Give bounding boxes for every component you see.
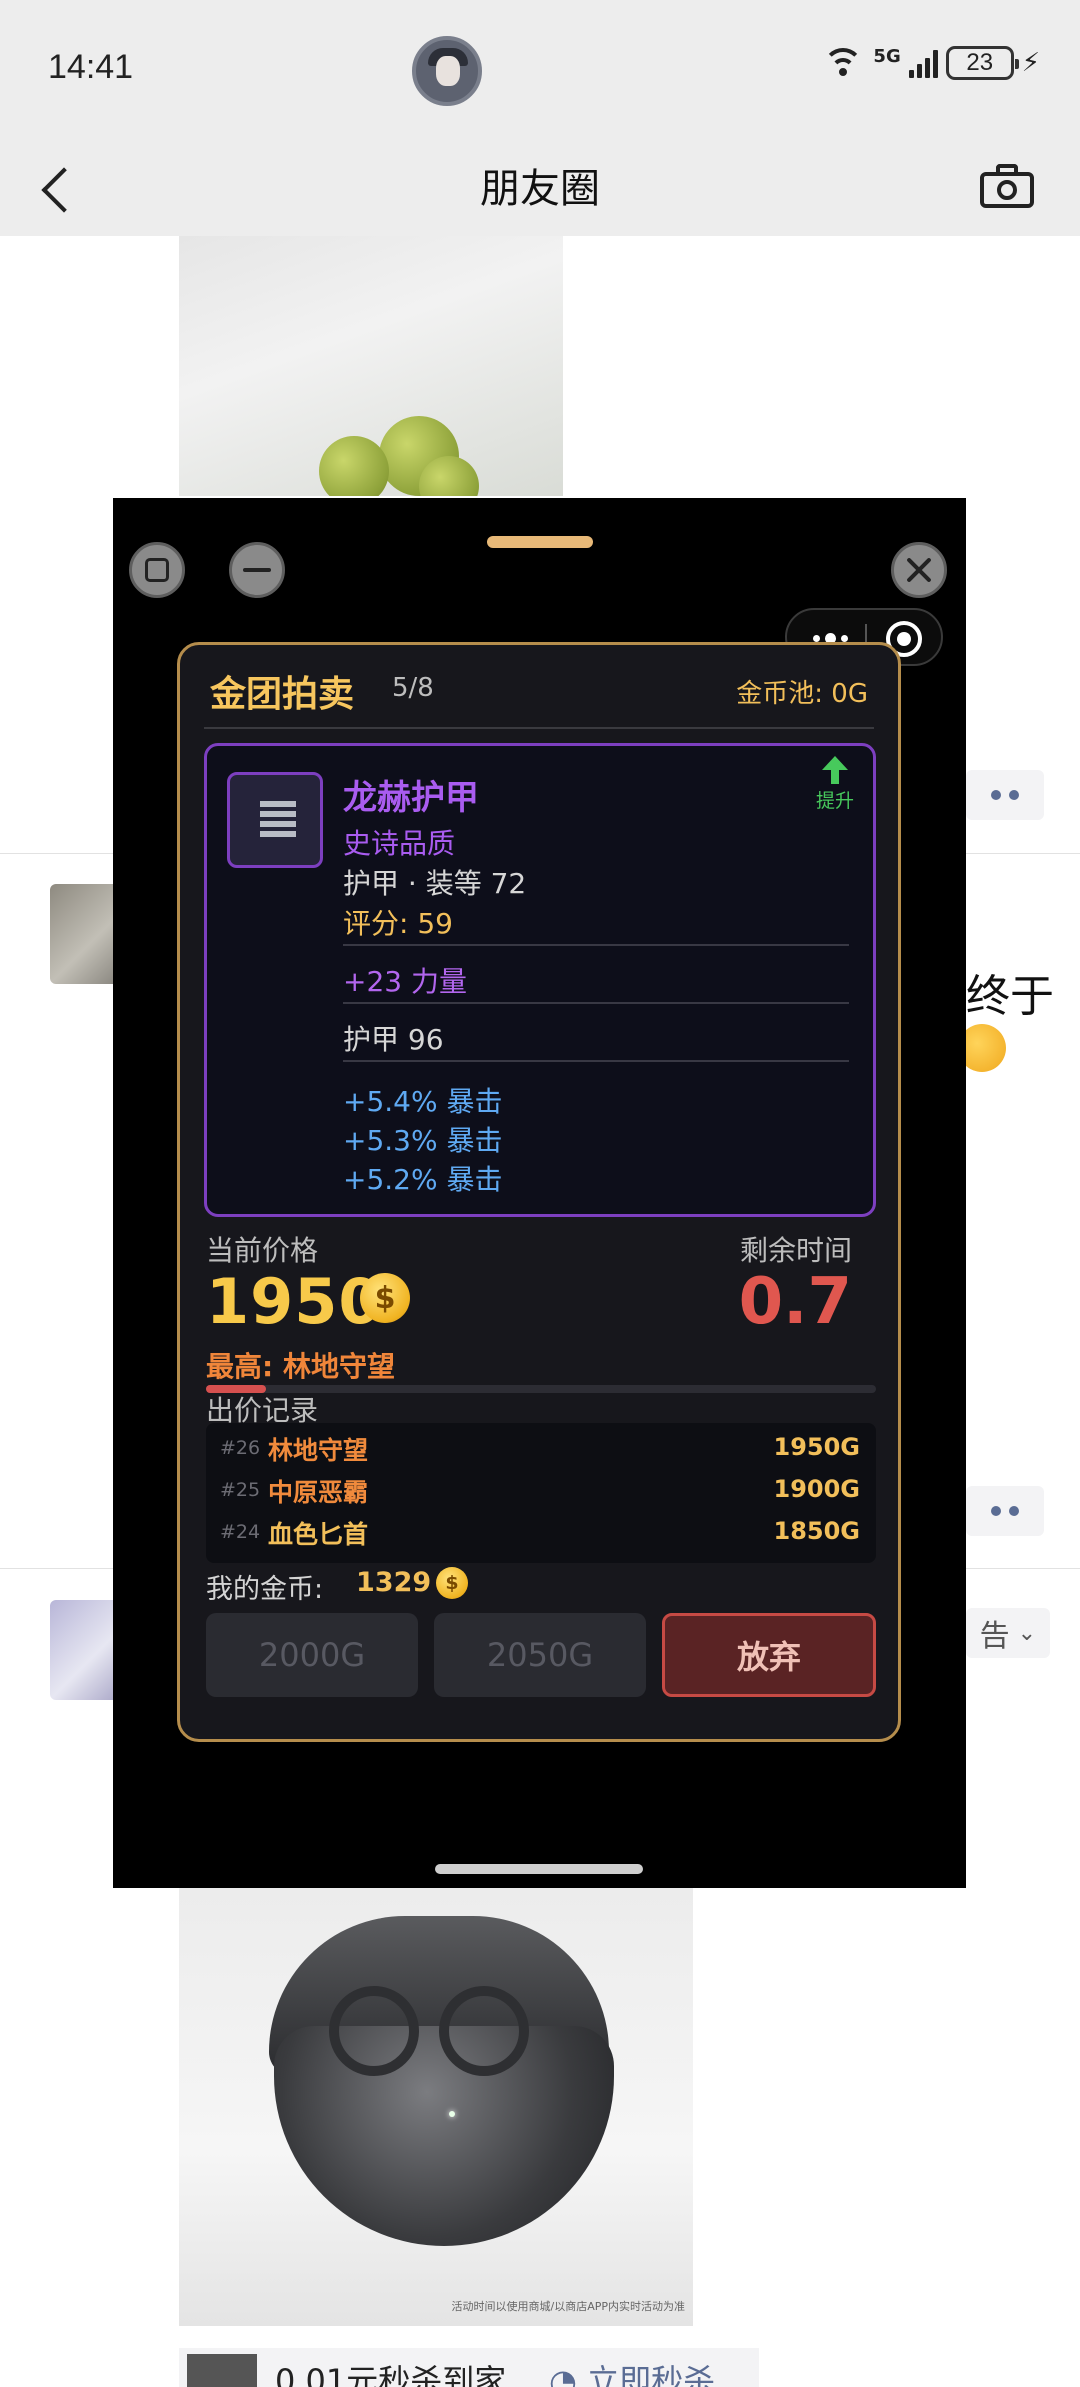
battery-level: 23 [966,49,994,76]
ad-tag[interactable]: 告 ⌄ [965,1608,1050,1658]
item-name: 龙赫护甲 [343,778,479,818]
my-coins-value: 1329 [356,1567,432,1598]
coin-icon: $ [360,1273,410,1323]
item-score: 评分: 59 [343,907,453,940]
header-divider [204,727,874,729]
bid-row: #25 中原恶霸 1900G [206,1469,876,1511]
bid-row: #26 林地守望 1950G [206,1427,876,1469]
stat-strength: +23 力量 [343,965,467,998]
bidder-name: 中原恶霸 [268,1478,369,1507]
stat-crit: +5.2% 暴击 [343,1163,503,1196]
signal-icon [908,48,938,78]
drag-handle[interactable] [487,536,593,548]
ad-tag-label: 告 [979,1619,1010,1654]
feed-image-earbuds[interactable]: 活动时间以使用商城/以商店APP内实时活动为准 [179,1886,693,2326]
remaining-time-label: 剩余时间 [739,1234,852,1267]
stat-crit: +5.3% 暴击 [343,1124,503,1157]
feed-image-limes[interactable] [179,236,563,496]
my-coins-label: 我的金币: [206,1574,324,1605]
stat-crit: +5.4% 暴击 [343,1085,503,1118]
status-avatar [412,36,482,106]
item-type: 护甲 · 装等 72 [343,867,527,900]
minimize-icon[interactable] [129,542,185,598]
coin-icon: $ [436,1567,468,1599]
status-bar: 14:41 5G 23 ⚡ [0,0,1080,140]
more-actions-button[interactable] [966,770,1044,820]
chevron-down-icon: ⌄ [1017,1620,1036,1646]
bid-number: #25 [220,1479,261,1501]
auction-title: 金团拍卖 [210,674,355,715]
navbar: 朋友圈 [0,140,1080,236]
bid-amount: 1900G [773,1475,861,1503]
bid-2050-button[interactable]: 2050G [434,1613,646,1697]
bid-history-list: #26 林地守望 1950G #25 中原恶霸 1900G #24 血色匕首 1… [206,1423,876,1563]
status-icons: 5G 23 ⚡ [821,46,1040,80]
promo-link-label: 立即秒杀 [587,2362,716,2387]
network-type: 5G [873,46,901,67]
bid-row: #24 血色匕首 1850G [206,1511,876,1553]
promo-thumbnail [187,2354,257,2387]
bid-amount: 1950G [773,1433,861,1461]
wifi-icon [821,48,865,78]
item-card: 龙赫护甲 史诗品质 护甲 · 装等 72 评分: 59 提升 +23 力量 护甲… [204,743,876,1217]
give-up-button[interactable]: 放弃 [662,1613,876,1697]
auction-panel: 金团拍卖 5/8 金币池: 0G 龙赫护甲 史诗品质 护甲 · 装等 72 评分… [177,642,901,1742]
remaining-time: 0.7 [738,1265,852,1339]
promo-card[interactable]: 0.01元秒杀到家 ◔ 立即秒杀 [179,2348,759,2387]
close-icon[interactable] [891,542,947,598]
bid-number: #26 [220,1437,261,1459]
upgrade-indicator: 提升 [813,756,857,813]
highest-bidder: 最高: 林地守望 [206,1350,395,1383]
page-title: 朋友圈 [480,166,600,212]
bidder-name: 血色匕首 [268,1520,369,1549]
bidder-name: 林地守望 [268,1436,369,1465]
mini-program-window: 金团拍卖 5/8 金币池: 0G 龙赫护甲 史诗品质 护甲 · 装等 72 评分… [113,498,966,1888]
camera-icon[interactable] [980,162,1036,208]
stat-divider [343,1060,849,1062]
current-price: 1950 [206,1265,383,1338]
promo-link[interactable]: ◔ 立即秒杀 [549,2356,715,2387]
battery-icon: 23 [945,46,1019,80]
stat-armor: 护甲 96 [343,1023,444,1056]
home-indicator[interactable] [435,1864,643,1874]
armor-icon [227,772,323,868]
charging-icon: ⚡ [1021,48,1040,78]
status-time: 14:41 [48,48,134,86]
auction-round: 5/8 [392,673,434,703]
bid-amount: 1850G [773,1517,861,1545]
upgrade-label: 提升 [815,790,854,812]
bid-number: #24 [220,1521,261,1543]
post-text: 终于 [966,971,1054,1022]
promo-text: 0.01元秒杀到家 [275,2362,507,2387]
image-caption: 活动时间以使用商城/以商店APP内实时活动为准 [451,2300,686,2313]
gold-pool: 金币池: 0G [736,679,868,709]
more-actions-button[interactable] [966,1486,1044,1536]
collapse-icon[interactable] [229,542,285,598]
bid-2000-button[interactable]: 2000G [206,1613,418,1697]
stat-divider [343,944,849,946]
stat-divider [343,1002,849,1004]
arrow-up-icon [822,756,848,770]
current-price-label: 当前价格 [206,1234,319,1267]
clock-icon: ◔ [549,2362,588,2387]
item-quality: 史诗品质 [343,827,456,860]
